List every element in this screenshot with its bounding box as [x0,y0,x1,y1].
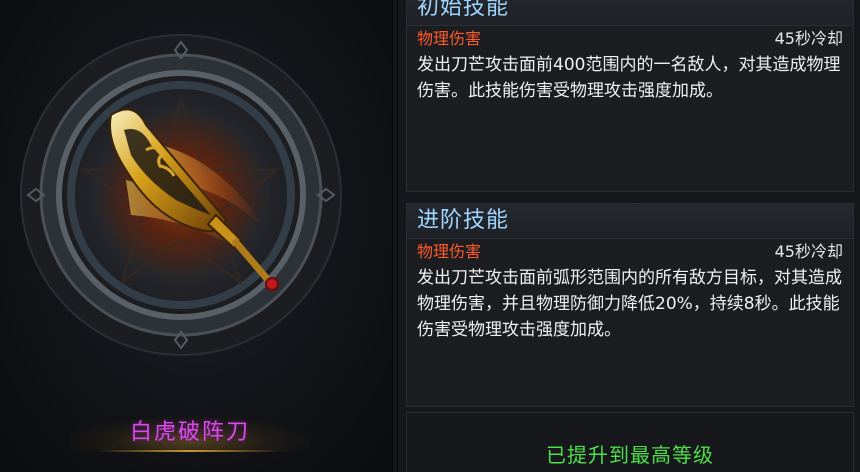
upgrade-status-section: 已提升到最高等级 [406,412,854,472]
weapon-name-underline [100,450,280,452]
advanced-skill-cooldown: 45秒冷却 [774,242,843,261]
advanced-skill-meta: 物理伤害 45秒冷却 [417,241,843,263]
weapon-display-panel: 白虎破阵刀 [0,0,392,472]
weapon-name: 白虎破阵刀 [129,420,250,445]
advanced-skill-section: 进阶技能 物理伤害 45秒冷却 发出刀芒攻击面前弧形范围内的所有敌方目标，对其造… [406,203,854,407]
skill-info-panel: 初始技能 物理伤害 45秒冷却 发出刀芒攻击面前400范围内的一名敌人，对其造成… [398,0,860,472]
initial-skill-description: 发出刀芒攻击面前400范围内的一名敌人，对其造成物理伤害。此技能伤害受物理攻击强… [417,55,841,101]
initial-skill-section: 初始技能 物理伤害 45秒冷却 发出刀芒攻击面前400范围内的一名敌人，对其造成… [406,0,854,192]
initial-skill-header: 初始技能 [407,0,853,26]
weapon-name-plate: 白虎破阵刀 [70,408,310,454]
max-level-status: 已提升到最高等级 [546,443,714,467]
initial-skill-type: 物理伤害 [417,29,482,48]
stone-ring-emblem [20,34,342,356]
advanced-skill-type: 物理伤害 [417,242,482,261]
initial-skill-meta: 物理伤害 45秒冷却 [417,28,843,50]
weapon-skill-window: 白虎破阵刀 初始技能 物理伤害 45秒冷却 发出刀芒攻击面前400范围内的一名敌… [0,0,860,472]
initial-skill-cooldown: 45秒冷却 [774,29,843,48]
advanced-skill-description: 发出刀芒攻击面前弧形范围内的所有敌方目标，对其造成物理伤害，并且物理防御力降低2… [417,268,842,340]
advanced-skill-header: 进阶技能 [407,204,853,239]
